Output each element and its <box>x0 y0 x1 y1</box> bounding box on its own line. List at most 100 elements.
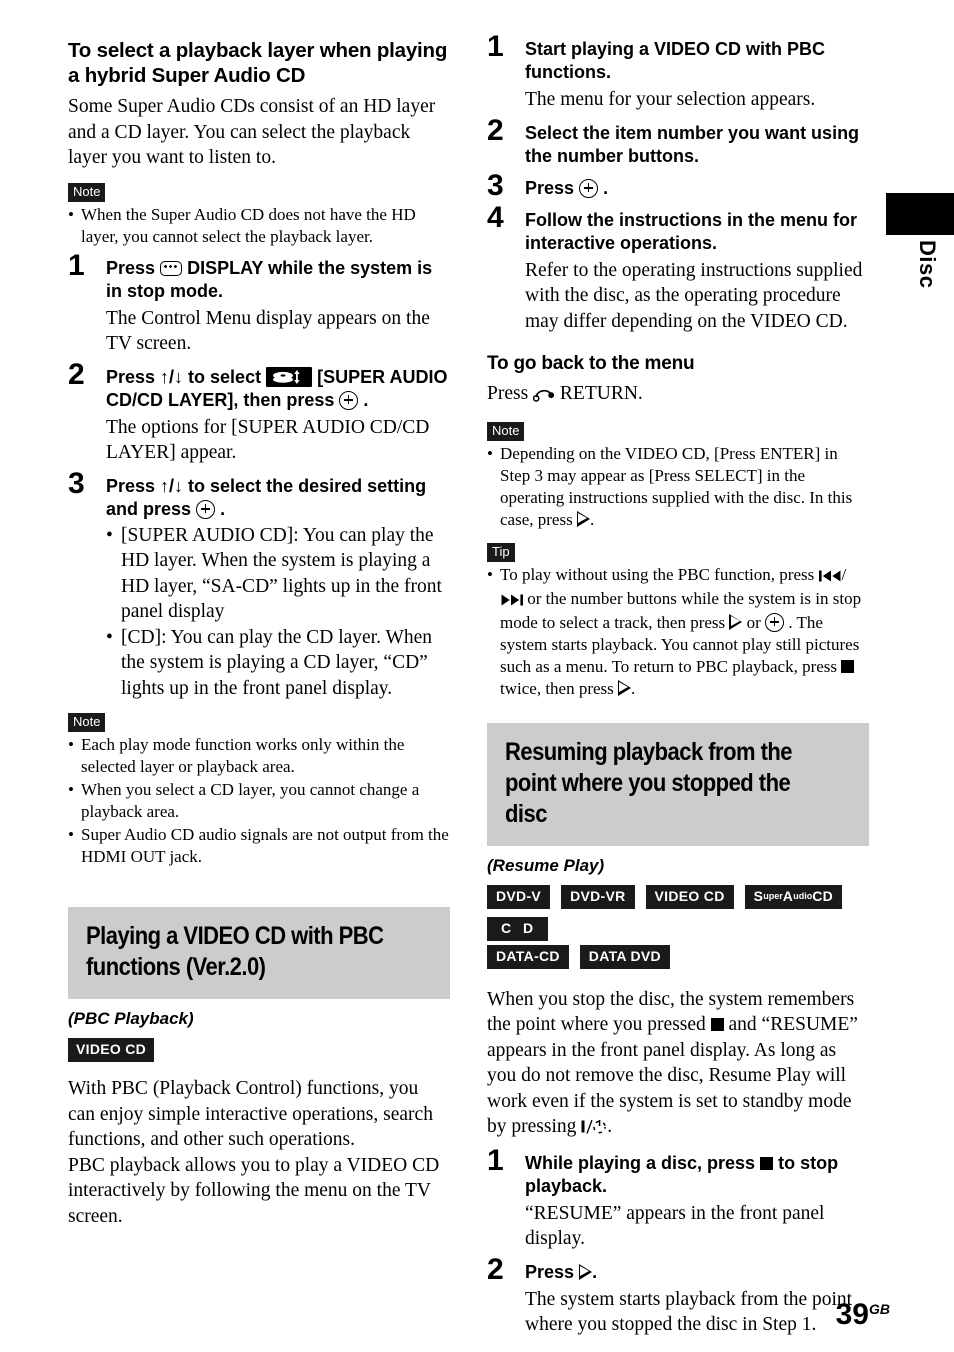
step-title-part3: . <box>363 389 369 410</box>
step-bullet: [CD]: You can play the CD layer. When th… <box>106 625 450 702</box>
disc-badge-data-dvd: DATA DVD <box>579 944 670 969</box>
enter-icon <box>579 178 599 198</box>
step-title-part3: . <box>220 498 226 519</box>
step-2: 2 Press ↑/↓ to select [SUPER AUDIO CD/CD… <box>68 359 450 466</box>
enter-icon <box>765 612 785 632</box>
note-text-a: Depending on the VIDEO CD, [Press ENTER]… <box>500 443 853 529</box>
step-title-part1: Press ↑/↓ to select <box>106 366 262 387</box>
side-tab-marker <box>886 193 954 235</box>
step-title: Start playing a VIDEO CD with PBC functi… <box>525 39 826 82</box>
note-item: Depending on the VIDEO CD, [Press ENTER]… <box>487 443 869 531</box>
tip-text-f: twice, then press <box>500 678 614 698</box>
resume-step-1: 1 While playing a disc, press to stop pl… <box>487 1145 869 1252</box>
step-bullet-list: [SUPER AUDIO CD]: You can play the HD la… <box>106 523 450 702</box>
play-icon <box>729 613 743 630</box>
super-audio-cd-layer-icon <box>266 366 313 387</box>
tip-text-a: To play without using the PBC function, … <box>500 564 815 584</box>
step-1: 1 Press DISPLAY while the system is in s… <box>68 250 450 357</box>
disc-badge-dvd-vr: DVD-VR <box>561 884 635 909</box>
disc-badge-row: DVD-V DVD-VR VIDEO CD Super Audio CD C D <box>487 884 869 941</box>
step-title: Press ↑/↓ to select [SUPER AUDIO CD/CD L… <box>106 366 450 412</box>
note-item: When you select a CD layer, you cannot c… <box>68 779 450 823</box>
step-title: Press . <box>525 1261 869 1284</box>
note-block-pbc: Note Depending on the VIDEO CD, [Press E… <box>487 421 869 531</box>
note-label: Note <box>68 713 106 732</box>
resume-body: When you stop the disc, the system remem… <box>487 987 869 1143</box>
tip-label: Tip <box>487 542 515 562</box>
step-body: “RESUME” appears in the front panel disp… <box>525 1202 825 1250</box>
note-text-b: . <box>589 509 595 529</box>
tip-text-d: or <box>746 612 761 632</box>
pbc-step-4: 4 Follow the instructions in the menu fo… <box>487 202 869 335</box>
stop-icon <box>760 1156 774 1170</box>
note-list-pbc: Depending on the VIDEO CD, [Press ENTER]… <box>487 443 869 531</box>
resume-body-c: . <box>607 1116 613 1137</box>
pbc-step-3: 3 Press . <box>487 170 869 200</box>
tip-block: Tip To play without using the PBC functi… <box>487 542 869 700</box>
tip-text-g: . <box>631 678 636 698</box>
disc-badge-data-cd: DATA-CD <box>487 944 569 969</box>
step-title-after: . <box>603 177 609 198</box>
power-standby-icon <box>581 1117 607 1143</box>
note-item: When the Super Audio CD does not have th… <box>68 204 450 248</box>
step-number: 3 <box>68 466 85 500</box>
manual-page: To select a playback layer when playing … <box>0 0 954 1352</box>
play-icon <box>618 679 632 696</box>
step-number: 2 <box>68 357 85 391</box>
note-label: Note <box>487 421 525 441</box>
tip-text-b: / <box>841 564 847 584</box>
step-number: 1 <box>68 248 85 282</box>
step-body: The menu for your selection appears. <box>525 89 816 110</box>
step-title: Select the item number you want using th… <box>525 122 860 166</box>
play-icon <box>576 510 590 527</box>
pbc-step-1: 1 Start playing a VIDEO CD with PBC func… <box>487 32 869 113</box>
step-number: 1 <box>487 1143 504 1177</box>
step-title-after: DISPLAY while the system is in stop mode… <box>106 257 433 301</box>
page-number: 39GB <box>836 1294 890 1330</box>
step-number: 3 <box>487 168 504 202</box>
disc-badge-cd: C D <box>487 916 549 941</box>
step-title-before: Press <box>525 177 575 198</box>
previous-track-icon <box>818 566 842 588</box>
section-subtitle: (PBC Playback) <box>68 1009 194 1028</box>
note-label: Note <box>68 182 106 202</box>
step-number: 4 <box>487 200 504 234</box>
step-number: 1 <box>487 30 504 63</box>
disc-badge-video-cd: VIDEO CD <box>68 1038 155 1062</box>
step-title: Follow the instructions in the menu for … <box>525 209 857 253</box>
step-title: Press ↑/↓ to select the desired setting … <box>106 475 450 521</box>
note-block-bottom: Note Each play mode function works only … <box>68 713 450 868</box>
tip-list: To play without using the PBC function, … <box>487 564 869 700</box>
step-title-before: Press <box>525 1261 575 1282</box>
section-title: Resuming playback from the point where y… <box>505 737 793 828</box>
step-title: Press . <box>525 177 869 200</box>
step-3: 3 Press ↑/↓ to select the desired settin… <box>68 468 450 702</box>
enter-icon <box>196 499 216 519</box>
step-body: The Control Menu display appears on the … <box>106 307 430 355</box>
section-body: With PBC (Playback Control) functions, y… <box>68 1078 440 1227</box>
disc-badge-video-cd: VIDEO CD <box>645 884 734 909</box>
back-to-menu-text: Press RETURN. <box>487 381 869 410</box>
section-banner-pbc: Playing a VIDEO CD with PBC functions (V… <box>68 907 450 999</box>
disc-badge-row-2: DATA-CD DATA DVD <box>487 944 869 969</box>
step-title-before: While playing a disc, press <box>525 1152 756 1173</box>
back-to-menu-heading: To go back to the menu <box>487 353 695 374</box>
note-item: Super Audio CD audio signals are not out… <box>68 824 450 868</box>
stop-icon <box>841 659 855 673</box>
step-title-before: Press <box>106 257 156 278</box>
page-region-code: GB <box>869 1301 890 1317</box>
left-column: To select a playback layer when playing … <box>68 38 450 1233</box>
section-subtitle: (Resume Play) <box>487 855 605 875</box>
step-number: 2 <box>487 113 504 147</box>
page-number-value: 39 <box>835 1298 869 1331</box>
pbc-step-2: 2 Select the item number you want using … <box>487 115 869 168</box>
page-title: To select a playback layer when playing … <box>68 39 448 87</box>
step-title-after: . <box>592 1261 598 1282</box>
back-text-before: Press <box>487 383 529 404</box>
step-title-part1: Press ↑/↓ to select the desired setting … <box>106 475 427 519</box>
intro-paragraph: Some Super Audio CDs consist of an HD la… <box>68 96 436 168</box>
disc-badge-dvd-v: DVD-V <box>487 884 551 909</box>
note-list-top: When the Super Audio CD does not have th… <box>68 204 450 248</box>
enter-icon <box>339 390 359 410</box>
step-bullet: [SUPER AUDIO CD]: You can play the HD la… <box>106 523 450 625</box>
